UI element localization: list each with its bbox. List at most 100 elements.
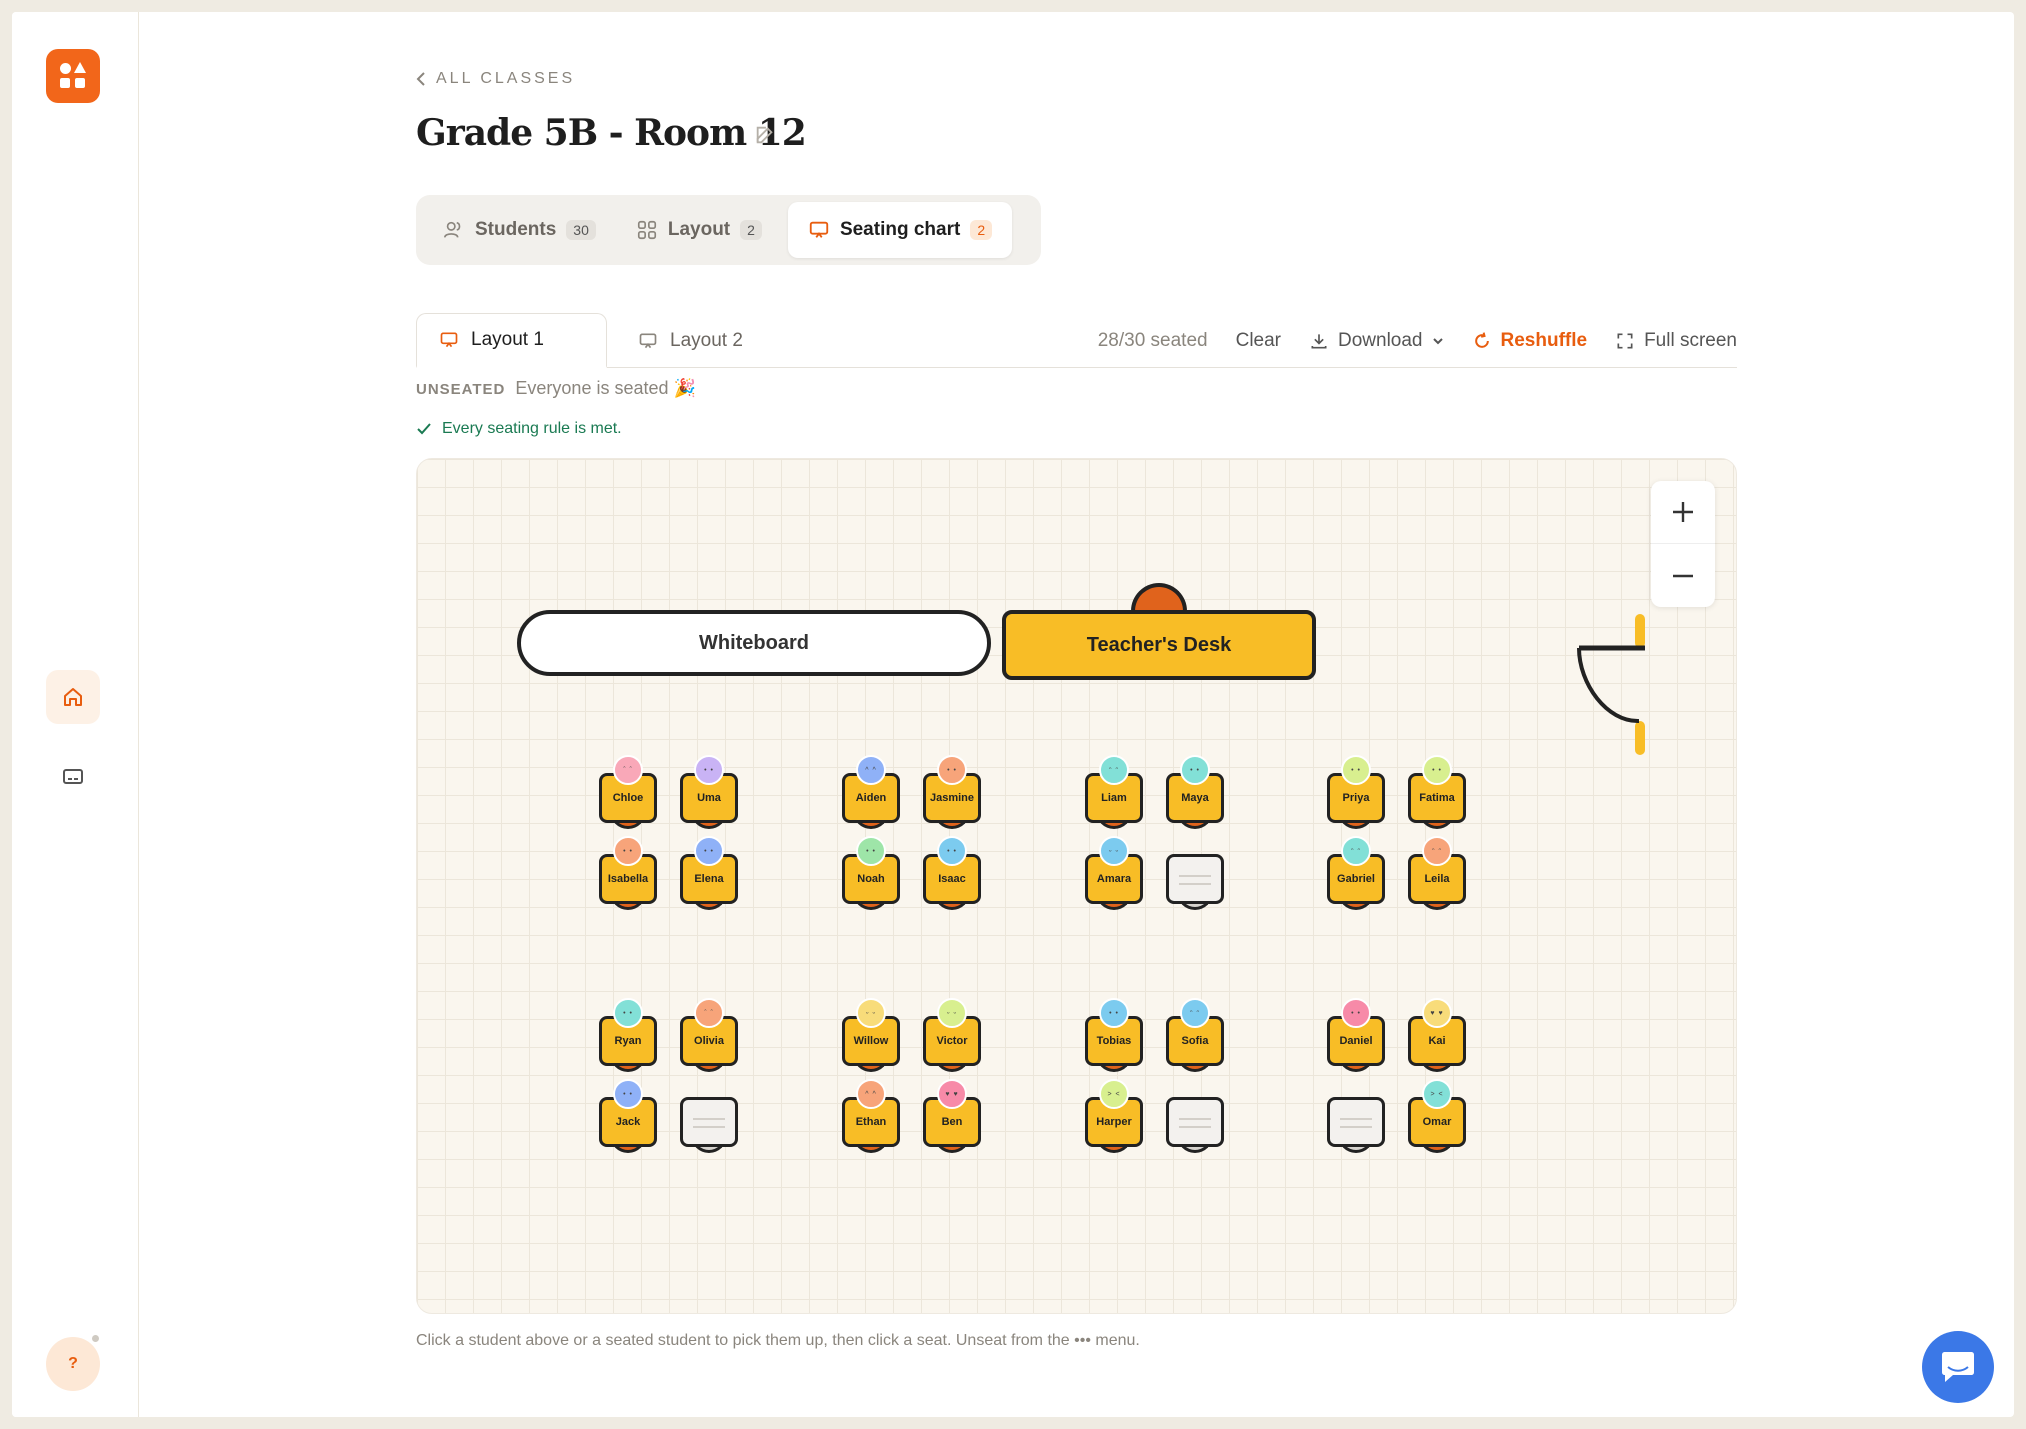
- home-nav-button[interactable]: [46, 670, 100, 724]
- student-seat[interactable]: Gabriel ᵔ ᵔ: [1327, 836, 1385, 912]
- student-avatar: • •: [1422, 755, 1452, 785]
- users-icon: [444, 221, 461, 238]
- seating-toolbar: 28/30 seated Clear Download Reshuffle Fu…: [1098, 313, 1737, 368]
- student-name: Tobias: [1096, 1035, 1132, 1047]
- student-seat[interactable]: Noah • •: [842, 836, 900, 912]
- zoom-out-button[interactable]: [1651, 544, 1715, 607]
- student-seat[interactable]: Tobias • •: [1085, 998, 1143, 1074]
- rule-status: Every seating rule is met.: [416, 420, 622, 438]
- tab-layout-label: Layout: [667, 219, 731, 240]
- student-seat[interactable]: Amara ᵕ ᵕ: [1085, 836, 1143, 912]
- reshuffle-button[interactable]: Reshuffle: [1472, 330, 1587, 352]
- student-seat[interactable]: Olivia ˆ ˆ: [680, 998, 738, 1074]
- empty-seat[interactable]: [1166, 836, 1224, 912]
- avatar-face: • •: [1109, 1009, 1119, 1017]
- student-seat[interactable]: Harper > <: [1085, 1079, 1143, 1155]
- avatar-face: • •: [623, 847, 633, 855]
- student-avatar: • •: [694, 755, 724, 785]
- back-link[interactable]: ALL CLASSES: [416, 70, 575, 88]
- student-name: Uma: [697, 792, 721, 804]
- zoom-controls: [1651, 481, 1715, 607]
- student-seat[interactable]: Omar > <: [1408, 1079, 1466, 1155]
- student-avatar: ᵔ ᵔ: [1180, 998, 1210, 1028]
- student-seat[interactable]: Isabella • •: [599, 836, 657, 912]
- tab-seating-chart-label: Seating chart: [839, 219, 961, 240]
- avatar-face: ᵔ ᵔ: [1189, 1009, 1201, 1017]
- edit-icon[interactable]: [754, 124, 776, 146]
- whiteboard: Whiteboard: [517, 610, 991, 676]
- student-seat[interactable]: Ethan ^ ^: [842, 1079, 900, 1155]
- student-name: Gabriel: [1337, 873, 1375, 885]
- avatar-face: • •: [623, 1009, 633, 1017]
- student-seat[interactable]: Maya • •: [1166, 755, 1224, 831]
- minus-icon: [1673, 574, 1693, 577]
- student-seat[interactable]: Fatima • •: [1408, 755, 1466, 831]
- tab-seating-chart[interactable]: Seating chart 2: [787, 202, 1013, 258]
- tab-layout-count: 2: [740, 220, 762, 240]
- help-button[interactable]: ?: [46, 1337, 100, 1391]
- student-seat[interactable]: Uma • •: [680, 755, 738, 831]
- avatar-face: • •: [947, 847, 957, 855]
- student-avatar: ᵕ ᵕ: [937, 998, 967, 1028]
- student-seat[interactable]: Leila ᵔ ᵔ: [1408, 836, 1466, 912]
- seat-desk: [680, 1097, 738, 1147]
- empty-seat[interactable]: [1327, 1079, 1385, 1155]
- billing-nav-button[interactable]: [46, 749, 100, 803]
- student-name: Isabella: [607, 873, 649, 885]
- avatar-face: • •: [1351, 1009, 1361, 1017]
- download-label: Download: [1338, 329, 1423, 351]
- student-seat[interactable]: Jack • •: [599, 1079, 657, 1155]
- download-button[interactable]: Download: [1309, 330, 1444, 352]
- student-name: Harper: [1096, 1116, 1132, 1128]
- zoom-in-button[interactable]: [1651, 481, 1715, 544]
- empty-seat[interactable]: [680, 1079, 738, 1155]
- student-seat[interactable]: Chloe ˆ ˆ: [599, 755, 657, 831]
- student-seat[interactable]: Isaac • •: [923, 836, 981, 912]
- unseated-text: Everyone is seated 🎉: [515, 378, 696, 398]
- student-avatar: • •: [1341, 755, 1371, 785]
- student-seat[interactable]: Victor ᵕ ᵕ: [923, 998, 981, 1074]
- unseated-label: UNSEATED: [416, 381, 506, 398]
- student-avatar: ᵔ ᵔ: [1422, 836, 1452, 866]
- sidebar: ?: [12, 12, 139, 1417]
- student-seat[interactable]: Daniel • •: [1327, 998, 1385, 1074]
- layout-subtabs: Layout 1 Layout 2 28/30 seated Clear Dow…: [416, 313, 1737, 368]
- empty-seat[interactable]: [1166, 1079, 1224, 1155]
- avatar-face: ᵕ ᵕ: [1108, 847, 1120, 855]
- tab-students[interactable]: Students 30: [423, 202, 616, 258]
- student-seat[interactable]: Elena • •: [680, 836, 738, 912]
- app-logo[interactable]: [46, 49, 100, 103]
- student-avatar: ^ ^: [856, 1079, 886, 1109]
- student-seat[interactable]: Aiden ^ ^: [842, 755, 900, 831]
- student-seat[interactable]: Ben ♥ ♥: [923, 1079, 981, 1155]
- avatar-face: ᵔ ᵔ: [1108, 766, 1120, 774]
- seat-desk: [1166, 1097, 1224, 1147]
- student-avatar: ᵔ ᵔ: [1341, 836, 1371, 866]
- tab-layout[interactable]: Layout 2: [616, 202, 782, 258]
- student-name: Liam: [1101, 792, 1127, 804]
- avatar-face: • •: [704, 847, 714, 855]
- check-icon: [417, 423, 431, 435]
- clear-button[interactable]: Clear: [1236, 330, 1281, 352]
- subtab-layout-1[interactable]: Layout 1: [416, 313, 607, 368]
- student-seat[interactable]: Priya • •: [1327, 755, 1385, 831]
- student-seat[interactable]: Liam ᵔ ᵔ: [1085, 755, 1143, 831]
- main-content: ALL CLASSES Grade 5B - Room 12 Students …: [416, 12, 1752, 1417]
- grid-icon: [637, 220, 656, 240]
- board-icon: [809, 221, 829, 238]
- board-icon: [639, 333, 657, 348]
- student-seat[interactable]: Sofia ᵔ ᵔ: [1166, 998, 1224, 1074]
- subtab-layout-1-label: Layout 1: [471, 329, 544, 350]
- subtab-layout-2[interactable]: Layout 2: [616, 313, 765, 368]
- chat-button[interactable]: [1922, 1331, 1994, 1403]
- seating-canvas[interactable]: Whiteboard Teacher's Desk Chloe ˆ ˆ Uma • •…: [416, 458, 1737, 1314]
- avatar-face: • •: [1351, 766, 1361, 774]
- student-seat[interactable]: Willow ᵕ ᵕ: [842, 998, 900, 1074]
- student-name: Aiden: [855, 792, 887, 804]
- student-seat[interactable]: Jasmine • •: [923, 755, 981, 831]
- student-seat[interactable]: Kai ♥ ♥: [1408, 998, 1466, 1074]
- fullscreen-button[interactable]: Full screen: [1615, 330, 1737, 352]
- avatar-face: ^ ^: [865, 1090, 877, 1098]
- student-name: Ethan: [855, 1116, 887, 1128]
- student-seat[interactable]: Ryan • •: [599, 998, 657, 1074]
